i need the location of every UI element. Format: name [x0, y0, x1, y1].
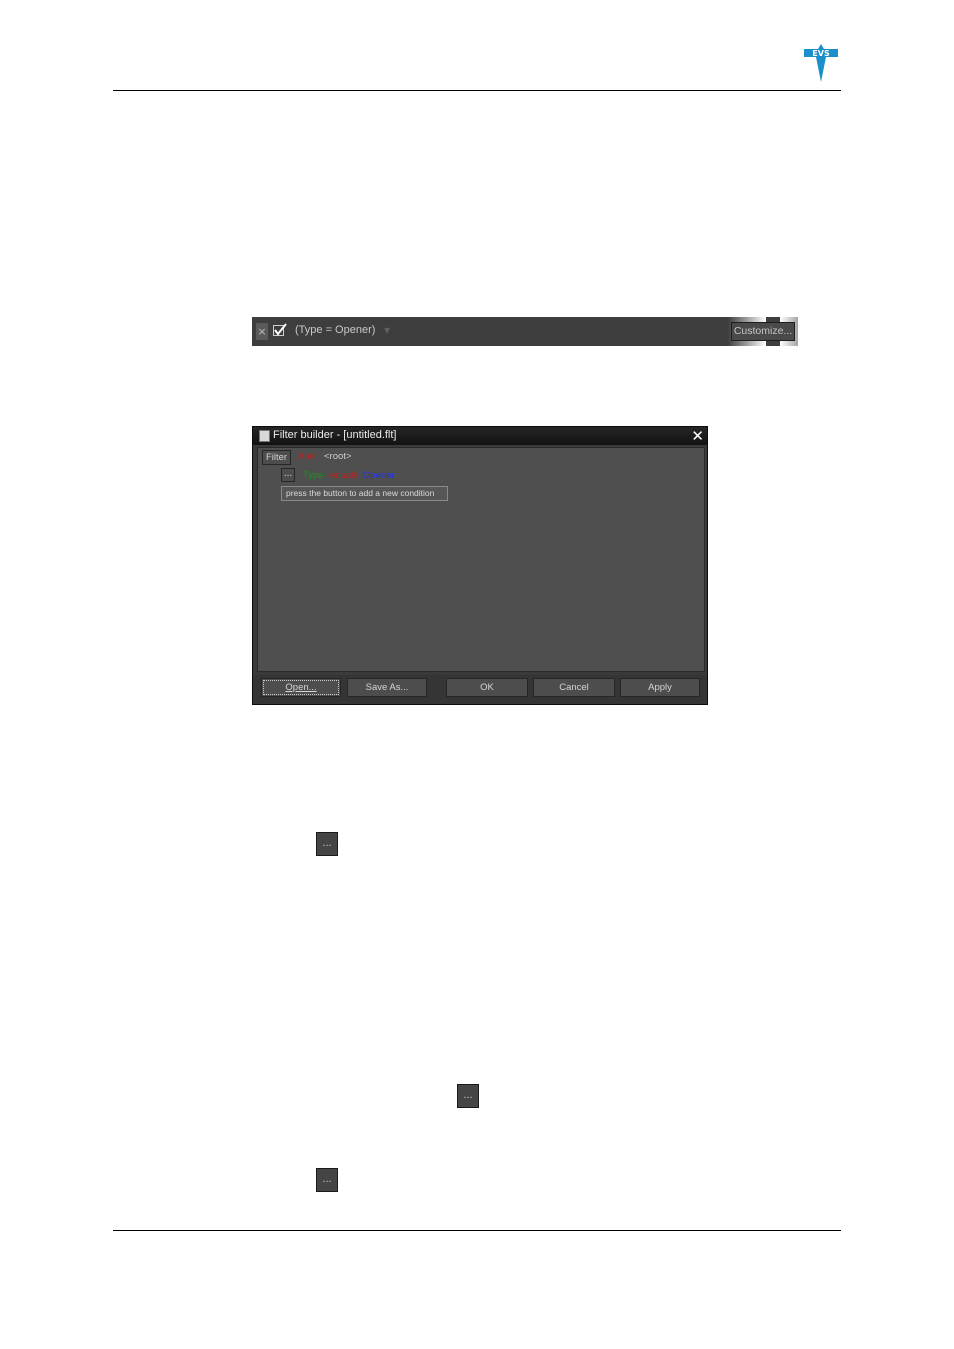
chevron-down-icon[interactable]: ▼: [384, 326, 390, 335]
add-condition-hint[interactable]: press the button to add a new condition: [281, 486, 448, 501]
clear-filter-button[interactable]: ×: [256, 323, 268, 340]
customize-button[interactable]: Customize...: [731, 322, 795, 341]
ellipsis-button-3[interactable]: ...: [316, 1168, 338, 1192]
footer-rule: [113, 1230, 841, 1231]
group-operator[interactable]: And: [298, 451, 315, 462]
ellipsis-button-1[interactable]: ...: [316, 832, 338, 856]
filter-bar: × (Type = Opener) ▼ Customize...: [252, 317, 798, 346]
dialog-titlebar: Filter builder - [untitled.flt] ✕: [253, 427, 707, 445]
svg-text:EVS: EVS: [812, 49, 830, 58]
apply-button[interactable]: Apply: [620, 678, 700, 697]
condition-ellipsis-button[interactable]: ...: [281, 468, 295, 482]
filter-enabled-checkbox[interactable]: [273, 323, 287, 337]
condition-operator[interactable]: equals: [330, 470, 358, 481]
filter-builder-dialog: Filter builder - [untitled.flt] ✕ Filter…: [252, 426, 708, 705]
save-as-button[interactable]: Save As...: [347, 678, 427, 697]
dialog-title: Filter builder - [untitled.flt]: [273, 429, 397, 441]
condition-field[interactable]: Type: [303, 470, 324, 481]
filter-button[interactable]: Filter: [262, 450, 291, 465]
filter-tree: Filter And <root> ... Type equals Opener…: [257, 447, 705, 672]
root-label: <root>: [324, 451, 352, 462]
cancel-button[interactable]: Cancel: [533, 678, 615, 697]
ok-button[interactable]: OK: [446, 678, 528, 697]
app-icon: [259, 430, 270, 442]
filter-expression[interactable]: (Type = Opener): [295, 324, 375, 336]
ellipsis-button-2[interactable]: ...: [457, 1084, 479, 1108]
header-rule: [113, 90, 841, 91]
open-button[interactable]: Open...: [261, 678, 341, 697]
condition-value[interactable]: Opener: [363, 470, 395, 481]
dialog-footer: Open... Save As... OK Cancel Apply: [253, 675, 707, 704]
evs-logo: EVS: [804, 44, 838, 82]
close-icon[interactable]: ✕: [691, 428, 704, 444]
